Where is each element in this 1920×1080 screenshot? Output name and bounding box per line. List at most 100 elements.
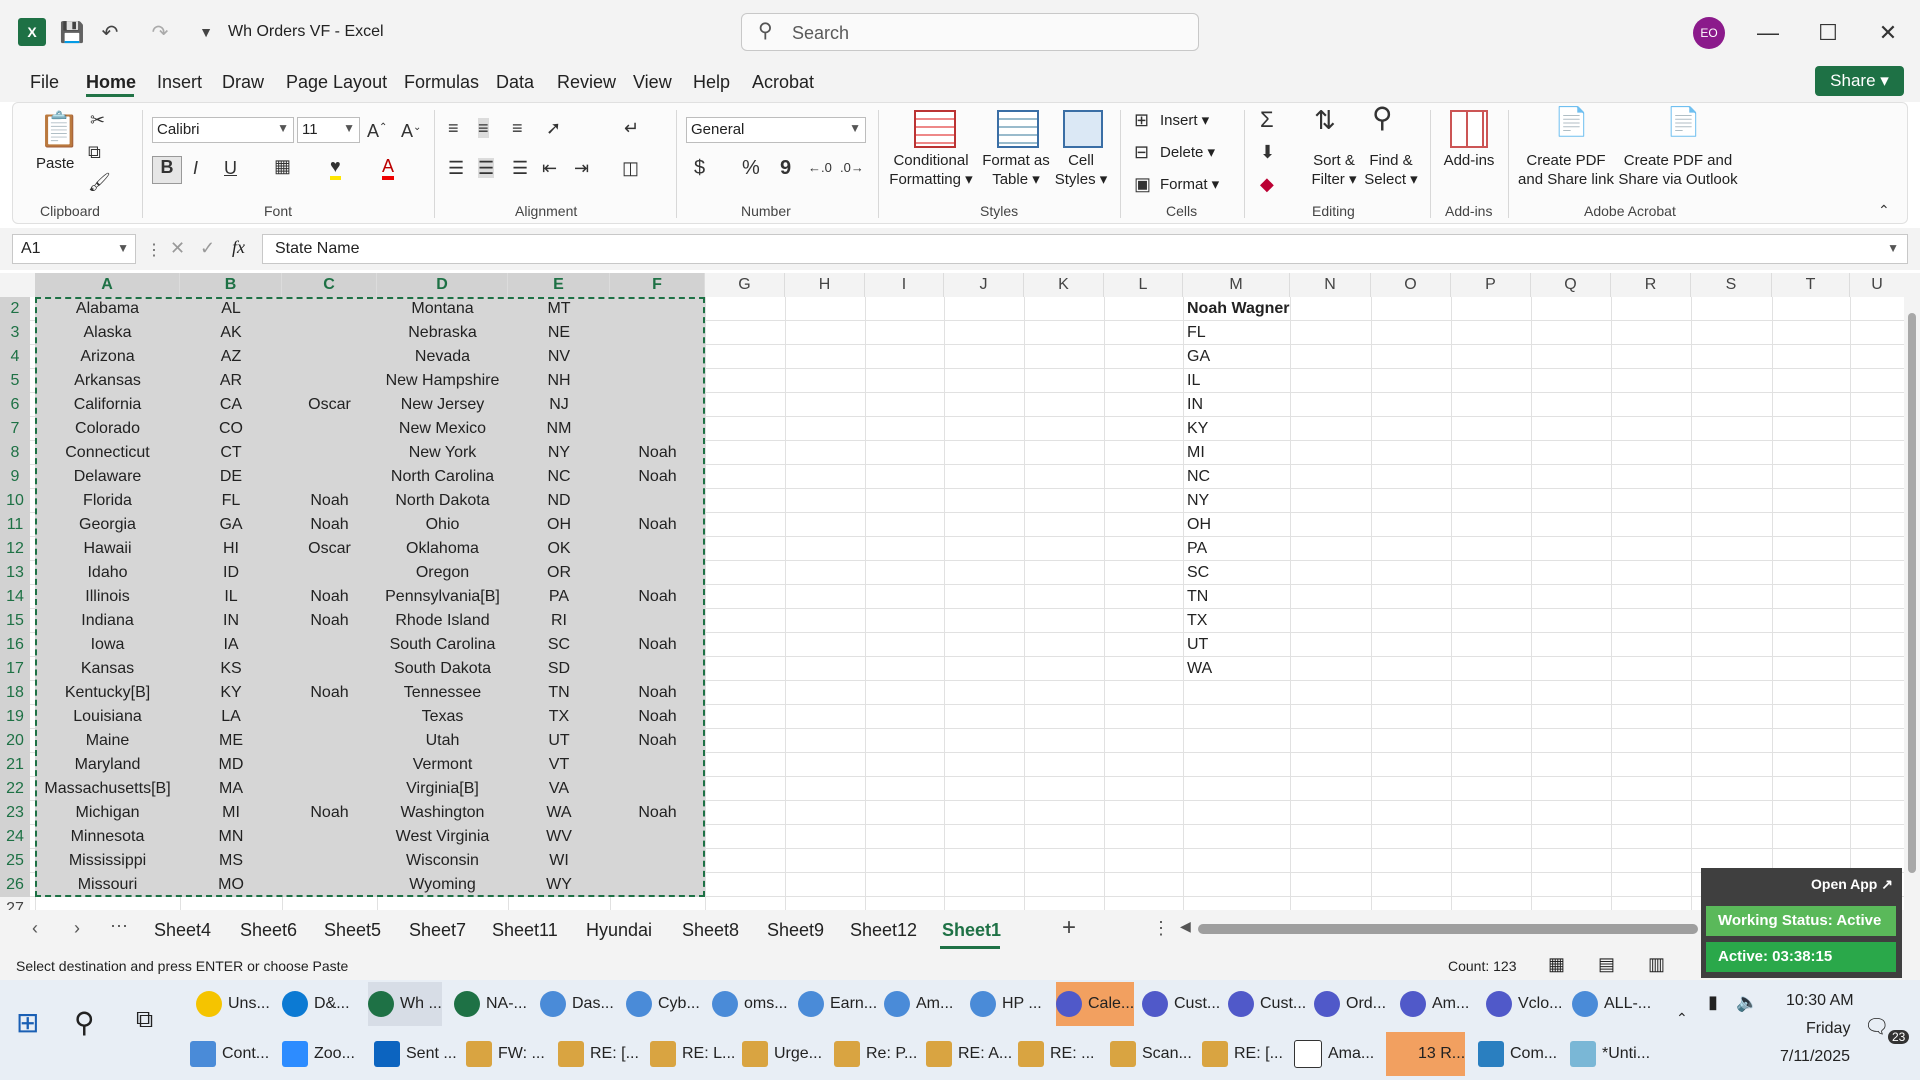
- row-header[interactable]: 8: [0, 441, 30, 465]
- font-color-icon[interactable]: A: [382, 156, 395, 180]
- cell-C6[interactable]: Oscar: [282, 393, 377, 417]
- cell-B3[interactable]: AK: [180, 321, 282, 345]
- vertical-scroll-thumb[interactable]: [1908, 313, 1916, 873]
- cell-B2[interactable]: AL: [180, 297, 282, 321]
- taskbar-app[interactable]: HP ...: [970, 982, 1042, 1026]
- align-top-icon[interactable]: ≡: [448, 118, 459, 138]
- cell-B10[interactable]: FL: [180, 489, 282, 513]
- column-header-P[interactable]: P: [1451, 273, 1531, 297]
- column-header-M[interactable]: M: [1183, 273, 1290, 297]
- notifications-icon[interactable]: 🗨: [1864, 1014, 1889, 1039]
- collapse-ribbon-icon[interactable]: ⌃: [1878, 200, 1890, 220]
- menu-draw[interactable]: Draw: [222, 72, 264, 93]
- cell-A21[interactable]: Maryland: [35, 753, 180, 777]
- cell-E19[interactable]: TX: [508, 705, 610, 729]
- currency-button[interactable]: $: [694, 158, 705, 178]
- row-header[interactable]: 22: [0, 777, 30, 801]
- cell-E4[interactable]: NV: [508, 345, 610, 369]
- increase-indent-icon[interactable]: ⇥: [574, 158, 589, 178]
- cell-A15[interactable]: Indiana: [35, 609, 180, 633]
- cell-C8[interactable]: [282, 441, 377, 465]
- taskbar-app[interactable]: Ord...: [1314, 982, 1386, 1026]
- cell-D4[interactable]: Nevada: [377, 345, 508, 369]
- sheet-tab-sheet1[interactable]: Sheet1: [942, 920, 1001, 941]
- undo-icon[interactable]: ↶: [96, 18, 124, 46]
- cell-B14[interactable]: IL: [180, 585, 282, 609]
- cell-M16[interactable]: UT: [1183, 633, 1290, 657]
- cell-C19[interactable]: [282, 705, 377, 729]
- cell-E15[interactable]: RI: [508, 609, 610, 633]
- cell-B8[interactable]: CT: [180, 441, 282, 465]
- more-icon[interactable]: ⋮: [146, 240, 162, 260]
- name-box[interactable]: A1 ▼: [12, 234, 136, 264]
- taskbar-app[interactable]: 13 R...: [1386, 1032, 1466, 1076]
- customize-qat-icon[interactable]: ▼: [192, 18, 220, 46]
- cell-B5[interactable]: AR: [180, 369, 282, 393]
- cell-D12[interactable]: Oklahoma: [377, 537, 508, 561]
- column-header-K[interactable]: K: [1024, 273, 1104, 297]
- merge-center-icon[interactable]: ◫: [622, 158, 639, 178]
- row-header[interactable]: 24: [0, 825, 30, 849]
- cell-D21[interactable]: Vermont: [377, 753, 508, 777]
- cell-A17[interactable]: Kansas: [35, 657, 180, 681]
- create-pdf-outlook-icon[interactable]: 📄: [1666, 108, 1701, 136]
- cell-C7[interactable]: [282, 417, 377, 441]
- cell-A6[interactable]: California: [35, 393, 180, 417]
- cell-B23[interactable]: MI: [180, 801, 282, 825]
- cell-F10[interactable]: [610, 489, 705, 513]
- taskbar-app[interactable]: RE: L...: [650, 1032, 735, 1076]
- battery-icon[interactable]: ▮: [1708, 992, 1718, 1013]
- column-header-C[interactable]: C: [282, 273, 377, 297]
- cell-A18[interactable]: Kentucky[B]: [35, 681, 180, 705]
- cell-A8[interactable]: Connecticut: [35, 441, 180, 465]
- cell-M3[interactable]: FL: [1183, 321, 1290, 345]
- cell-F21[interactable]: [610, 753, 705, 777]
- paste-icon[interactable]: 📋: [38, 110, 80, 150]
- cell-M11[interactable]: OH: [1183, 513, 1290, 537]
- cell-D3[interactable]: Nebraska: [377, 321, 508, 345]
- cell-E24[interactable]: WV: [508, 825, 610, 849]
- cell-A12[interactable]: Hawaii: [35, 537, 180, 561]
- column-header-F[interactable]: F: [610, 273, 705, 297]
- cell-B15[interactable]: IN: [180, 609, 282, 633]
- italic-button[interactable]: I: [193, 158, 198, 178]
- cell-E6[interactable]: NJ: [508, 393, 610, 417]
- row-header[interactable]: 16: [0, 633, 30, 657]
- cell-B13[interactable]: ID: [180, 561, 282, 585]
- scroll-right-icon[interactable]: ›: [74, 918, 80, 939]
- cell-B6[interactable]: CA: [180, 393, 282, 417]
- taskbar-app[interactable]: Re: P...: [834, 1032, 917, 1076]
- cell-C22[interactable]: [282, 777, 377, 801]
- insert-cells-label[interactable]: Insert ▾: [1160, 111, 1209, 130]
- menu-acrobat[interactable]: Acrobat: [752, 72, 814, 93]
- sheet-tab-sheet11[interactable]: Sheet11: [492, 920, 558, 941]
- format-as-table-icon[interactable]: [997, 110, 1039, 148]
- cell-A13[interactable]: Idaho: [35, 561, 180, 585]
- cell-F6[interactable]: [610, 393, 705, 417]
- cell-M10[interactable]: NY: [1183, 489, 1290, 513]
- column-header-B[interactable]: B: [180, 273, 282, 297]
- formula-input[interactable]: State Name ▼: [262, 234, 1908, 264]
- cell-E20[interactable]: UT: [508, 729, 610, 753]
- cell-C14[interactable]: Noah: [282, 585, 377, 609]
- cell-B26[interactable]: MO: [180, 873, 282, 897]
- close-icon[interactable]: ✕: [1868, 18, 1908, 48]
- menu-page-layout[interactable]: Page Layout: [286, 72, 387, 93]
- cell-M17[interactable]: WA: [1183, 657, 1290, 681]
- insert-cells-icon[interactable]: ⊞: [1134, 110, 1149, 130]
- cell-F13[interactable]: [610, 561, 705, 585]
- cell-A3[interactable]: Alaska: [35, 321, 180, 345]
- cell-D26[interactable]: Wyoming: [377, 873, 508, 897]
- menu-formulas[interactable]: Formulas: [404, 72, 479, 93]
- format-painter-icon[interactable]: 🖌: [88, 172, 111, 192]
- increase-font-icon[interactable]: A⌃: [367, 118, 387, 141]
- volume-icon[interactable]: 🔈: [1736, 992, 1758, 1013]
- cell-E14[interactable]: PA: [508, 585, 610, 609]
- cell-styles-label[interactable]: Cell Styles ▾: [1050, 151, 1112, 189]
- cell-B16[interactable]: IA: [180, 633, 282, 657]
- cell-C11[interactable]: Noah: [282, 513, 377, 537]
- sheet-tab-sheet6[interactable]: Sheet6: [240, 920, 297, 941]
- normal-view-icon[interactable]: ▦: [1548, 954, 1565, 975]
- cell-C24[interactable]: [282, 825, 377, 849]
- insert-function-button[interactable]: fx: [232, 237, 245, 258]
